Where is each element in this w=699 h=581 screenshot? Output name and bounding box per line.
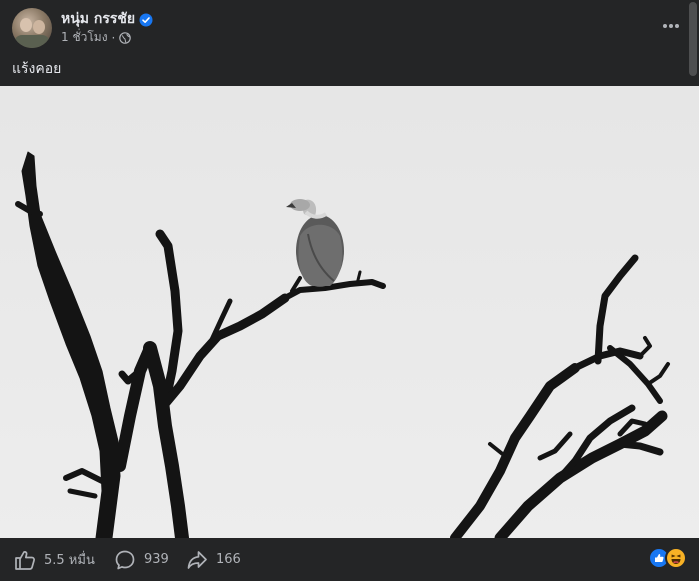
scrollbar[interactable]	[689, 2, 697, 76]
post-time[interactable]: 1 ชั่วโมง	[61, 28, 108, 47]
post-caption: แร้งคอย	[12, 61, 62, 77]
globe-icon[interactable]	[119, 31, 132, 44]
share-button[interactable]: 166	[186, 538, 241, 581]
share-count: 166	[216, 552, 241, 567]
verified-badge-icon	[139, 12, 153, 27]
vulture-on-dead-tree-photo	[0, 86, 699, 538]
post-header: หนุ่ม กรรชัย 1 ชั่วโมง ·	[0, 0, 699, 52]
comment-icon	[115, 550, 135, 569]
meta-separator: ·	[111, 30, 116, 45]
avatar[interactable]	[12, 8, 52, 48]
author-name[interactable]: หนุ่ม กรรชัย	[61, 8, 135, 30]
like-count: 5.5 หมื่น	[44, 553, 95, 568]
post-meta: 1 ชั่วโมง ·	[61, 28, 132, 47]
reactions-summary[interactable]	[648, 547, 687, 569]
comment-count: 939	[144, 552, 169, 567]
post-actions-bar: 5.5 หมื่น 939 166	[0, 538, 699, 581]
comment-button[interactable]: 939	[114, 538, 169, 581]
author-row: หนุ่ม กรรชัย	[61, 8, 153, 30]
post-photo[interactable]	[0, 86, 699, 538]
more-horizontal-icon	[663, 24, 679, 28]
haha-reaction-icon	[665, 547, 687, 569]
thumbs-up-icon	[15, 550, 35, 570]
share-icon	[187, 550, 207, 569]
more-options-button[interactable]	[657, 12, 685, 40]
like-button[interactable]: 5.5 หมื่น	[14, 538, 95, 581]
facebook-post: หนุ่ม กรรชัย 1 ชั่วโมง · แร้งคอย 5.5 หมื…	[0, 0, 699, 581]
